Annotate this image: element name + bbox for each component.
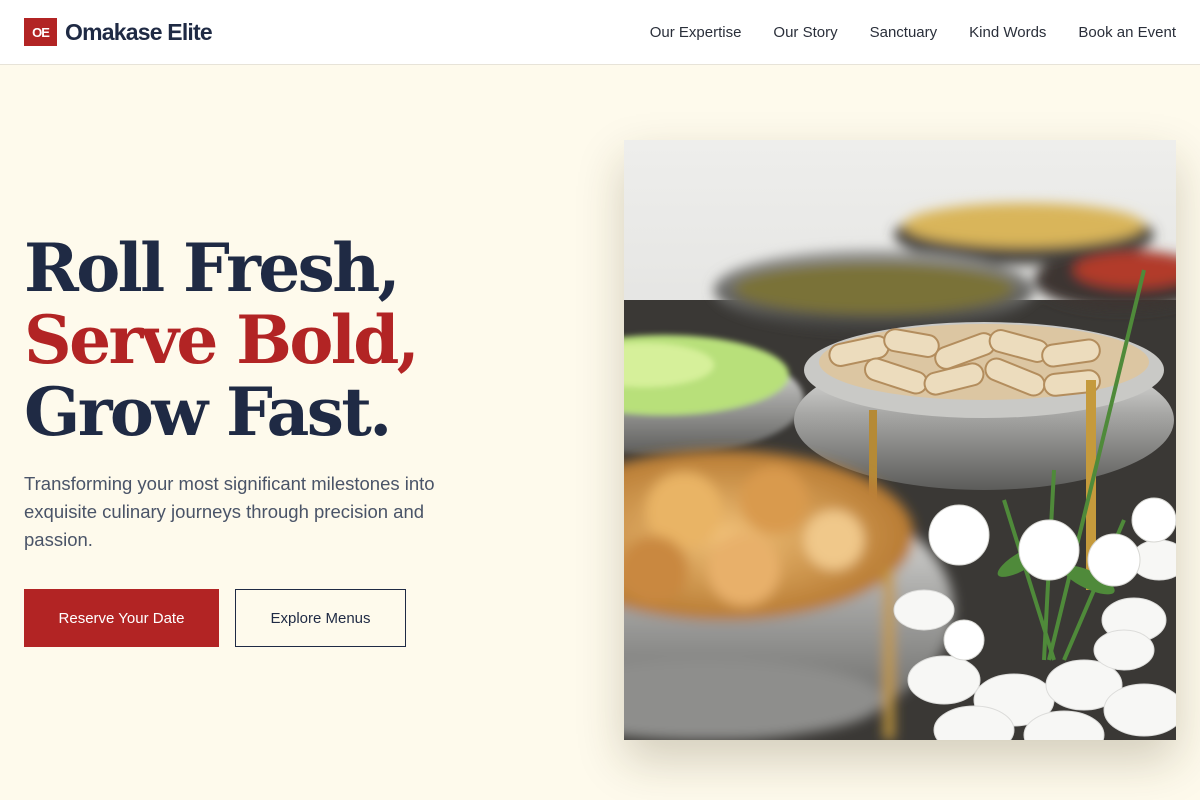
nav-link-kind-words[interactable]: Kind Words (969, 24, 1046, 41)
hero-subtitle: Transforming your most significant miles… (24, 473, 435, 550)
main-nav: Our Expertise Our Story Sanctuary Kind W… (650, 24, 1176, 41)
nav-link-our-story[interactable]: Our Story (773, 24, 837, 41)
hero-headline: Roll Fresh, Serve Bold, Grow Fast. (24, 232, 544, 448)
hero-catering-photo (624, 140, 1176, 740)
reserve-date-button[interactable]: Reserve Your Date (24, 589, 219, 647)
explore-menus-button[interactable]: Explore Menus (235, 589, 406, 647)
brand-badge: OE (24, 18, 57, 46)
brand-name: Omakase Elite (65, 18, 213, 45)
headline-line-2: Serve Bold, (24, 301, 420, 379)
hero-actions: Reserve Your Date Explore Menus (24, 589, 406, 647)
nav-link-our-expertise[interactable]: Our Expertise (650, 24, 742, 41)
headline-line-1: Roll Fresh, (24, 229, 401, 307)
brand-logo-link[interactable]: OE Omakase Elite (24, 18, 213, 46)
nav-link-sanctuary[interactable]: Sanctuary (870, 24, 938, 41)
headline-line-3: Grow Fast. (24, 373, 392, 451)
hero-text-block: Roll Fresh, Serve Bold, Grow Fast. Trans… (24, 232, 544, 554)
top-navbar: OE Omakase Elite Our Expertise Our Story… (0, 0, 1200, 65)
nav-link-book-an-event[interactable]: Book an Event (1078, 24, 1176, 41)
